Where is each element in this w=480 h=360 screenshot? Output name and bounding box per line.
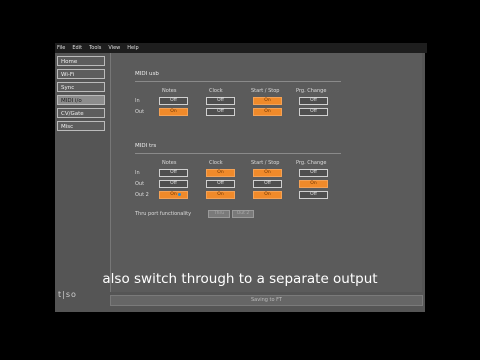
section-title-midi-usb: MIDI usb <box>135 71 159 77</box>
midi-trs-toggle-button[interactable]: On <box>159 191 188 199</box>
midi-trs-toggle-button[interactable]: On <box>206 169 235 177</box>
sidebar-item-misc[interactable]: Misc <box>57 121 105 131</box>
midi-trs-column-header: Clock <box>209 160 223 166</box>
midi-trs-toggle-button[interactable]: Off <box>299 191 328 199</box>
menu-edit[interactable]: Edit <box>72 43 82 53</box>
midi-usb-toggle-button[interactable]: Off <box>299 97 328 105</box>
menu-help[interactable]: Help <box>127 43 138 53</box>
midi-usb-row-label: Out <box>135 109 145 115</box>
sidebar: Home Wi-Fi Sync MIDI i/o CV/Gate Misc <box>57 56 105 134</box>
midi-trs-row-label: In <box>135 170 140 176</box>
midi-usb-toggle-button[interactable]: On <box>253 97 282 105</box>
midi-usb-row-label: In <box>135 98 140 104</box>
midi-trs-row-label: Out <box>135 181 145 187</box>
midi-trs-toggle-button[interactable]: Off <box>159 180 188 188</box>
midi-trs-row-label: Out 2 <box>135 192 149 198</box>
midi-trs-toggle-button[interactable]: Off <box>299 169 328 177</box>
midi-usb-toggle-button[interactable]: Off <box>159 97 188 105</box>
menu-file[interactable]: File <box>57 43 65 53</box>
midi-usb-column-header: Notes <box>162 88 177 94</box>
midi-usb-column-header: Prg. Change <box>296 88 327 94</box>
midi-usb-toggle-button[interactable]: Off <box>206 97 235 105</box>
midi-trs-toggle-button[interactable]: On <box>253 169 282 177</box>
thru-port-label: Thru port functionality <box>135 211 192 217</box>
midi-trs-column-header: Notes <box>162 160 177 166</box>
divider <box>135 153 341 154</box>
midi-trs-column-header: Start / Stop <box>251 160 280 166</box>
status-bar: Saving to FT <box>110 295 423 306</box>
midi-usb-toggle-button[interactable]: Off <box>206 108 235 116</box>
midi-trs-toggle-button[interactable]: On <box>299 180 328 188</box>
midi-trs-toggle-button[interactable]: Off <box>206 180 235 188</box>
divider <box>135 81 341 82</box>
thru-option-thru[interactable]: Thru <box>208 210 230 218</box>
midi-usb-toggle-button[interactable]: On <box>253 108 282 116</box>
video-subtitle: also switch through to a separate output <box>102 271 378 287</box>
midi-trs-toggle-button[interactable]: Off <box>159 169 188 177</box>
midi-usb-column-header: Clock <box>209 88 223 94</box>
midi-trs-toggle-button[interactable]: Off <box>253 180 282 188</box>
sidebar-item-cv-gate[interactable]: CV/Gate <box>57 108 105 118</box>
midi-trs-column-header: Prg. Change <box>296 160 327 166</box>
sidebar-item-sync[interactable]: Sync <box>57 82 105 92</box>
thru-option-out2[interactable]: Out 2 <box>232 210 254 218</box>
menu-view[interactable]: View <box>108 43 120 53</box>
menu-bar: File Edit Tools View Help <box>55 43 427 53</box>
menu-tools[interactable]: Tools <box>89 43 101 53</box>
mouse-cursor <box>178 193 181 196</box>
midi-trs-toggle-button[interactable]: On <box>253 191 282 199</box>
sidebar-item-home[interactable]: Home <box>57 56 105 66</box>
midi-usb-toggle-button[interactable]: On <box>159 108 188 116</box>
sidebar-item-midi-io[interactable]: MIDI i/o <box>57 95 105 105</box>
sidebar-item-wifi[interactable]: Wi-Fi <box>57 69 105 79</box>
midi-usb-column-header: Start / Stop <box>251 88 280 94</box>
midi-trs-toggle-button[interactable]: On <box>206 191 235 199</box>
midi-usb-toggle-button[interactable]: Off <box>299 108 328 116</box>
section-title-midi-trs: MIDI trs <box>135 143 157 149</box>
logo: t|so <box>58 290 77 299</box>
midi-settings-panel: MIDI usb Notes Clock Start / Stop Prg. Chan… <box>110 53 422 292</box>
